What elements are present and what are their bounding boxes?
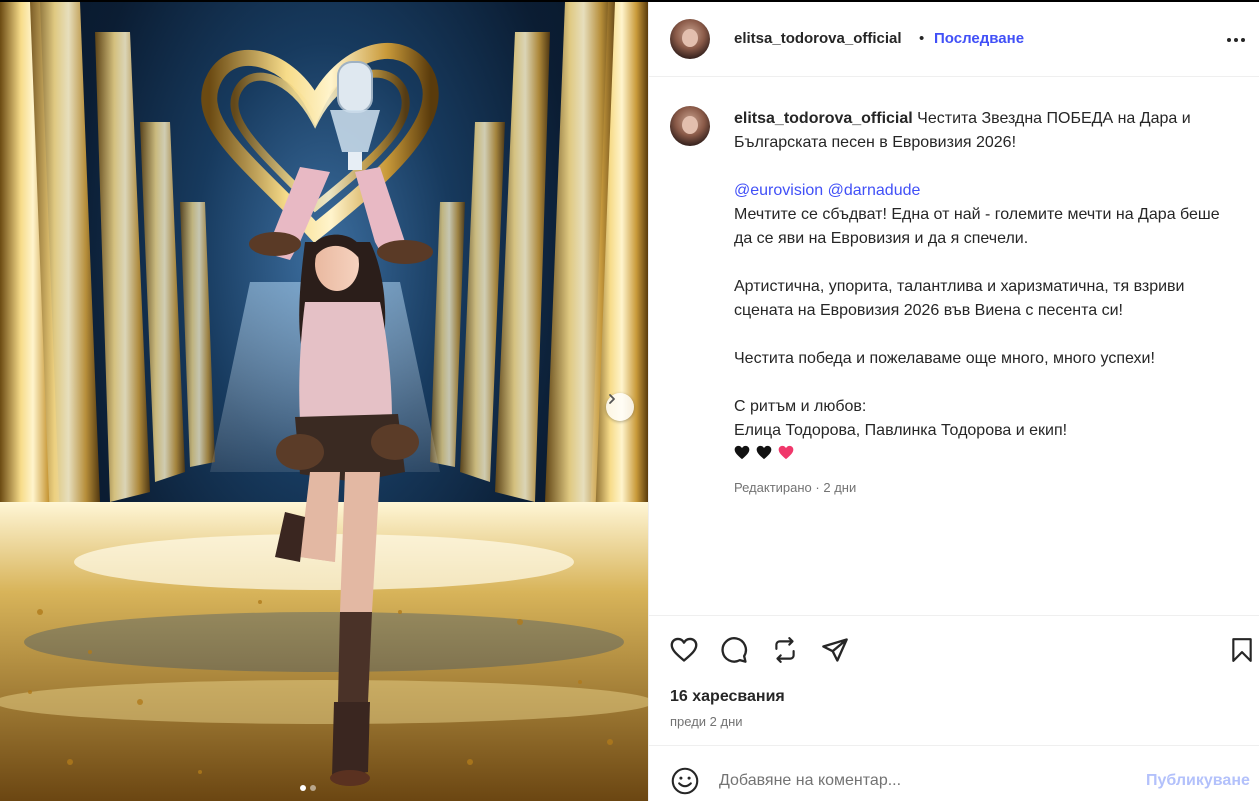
- next-slide-button[interactable]: [606, 393, 634, 421]
- author-username[interactable]: elitsa_todorova_official: [734, 30, 902, 47]
- heart-icon[interactable]: [669, 635, 699, 665]
- comment-icon[interactable]: [719, 635, 749, 665]
- caption-line-3: Артистична, упорита, талантлива и харизм…: [734, 278, 1185, 319]
- caption-avatar[interactable]: [670, 106, 710, 146]
- bookmark-icon[interactable]: [1227, 635, 1257, 665]
- carousel-dot: [310, 785, 316, 791]
- post-photo: [0, 2, 648, 801]
- publish-comment-button[interactable]: Публикуване: [1146, 772, 1250, 790]
- post-actions: 16 харесвания преди 2 дни: [649, 615, 1259, 745]
- comment-bar: Публикуване: [649, 745, 1259, 801]
- mention-darnadude[interactable]: @darnadude: [828, 182, 921, 199]
- black-heart-icon: [756, 445, 772, 460]
- edited-separator: ·: [815, 480, 820, 495]
- pink-heart-icon: [778, 445, 794, 460]
- carousel-indicator: [300, 785, 316, 791]
- chevron-right-icon: [609, 394, 615, 404]
- caption-line-2: Мечтите се сбъдват! Една от най - големи…: [734, 206, 1220, 247]
- caption-username[interactable]: elitsa_todorova_official: [734, 110, 913, 127]
- edited-meta: Редактирано · 2 дни: [734, 480, 856, 495]
- share-icon[interactable]: [820, 635, 850, 665]
- edited-time[interactable]: 2 дни: [823, 480, 856, 495]
- caption-line-6: Елица Тодорова, Павлинка Тодорова и екип…: [734, 422, 1068, 439]
- caption-text: elitsa_todorova_official Честита Звездна…: [734, 107, 1234, 443]
- edited-label: Редактирано: [734, 480, 812, 495]
- likes-count[interactable]: 16 харесвания: [670, 688, 785, 706]
- post-time[interactable]: преди 2 дни: [670, 714, 743, 729]
- emoji-icon[interactable]: [670, 766, 700, 796]
- post-side-panel: elitsa_todorova_official • Последване el…: [648, 2, 1259, 801]
- more-options-icon[interactable]: [1227, 38, 1245, 42]
- comment-input[interactable]: [719, 768, 1139, 794]
- follow-button[interactable]: Последване: [934, 30, 1024, 47]
- carousel-dot-active: [300, 785, 306, 791]
- caption-line-4: Честита победа и пожелаваме още много, м…: [734, 350, 1155, 367]
- header-separator: •: [919, 30, 925, 47]
- post-caption: elitsa_todorova_official Честита Звездна…: [649, 77, 1259, 615]
- repost-icon[interactable]: [770, 635, 800, 665]
- black-heart-icon: [734, 445, 750, 460]
- mention-eurovision[interactable]: @eurovision: [734, 182, 823, 199]
- post-header: elitsa_todorova_official • Последване: [649, 2, 1259, 77]
- caption-line-5: С ритъм и любов:: [734, 398, 867, 415]
- author-avatar[interactable]: [670, 19, 710, 59]
- caption-emojis: [734, 445, 794, 460]
- post-media[interactable]: [0, 2, 648, 801]
